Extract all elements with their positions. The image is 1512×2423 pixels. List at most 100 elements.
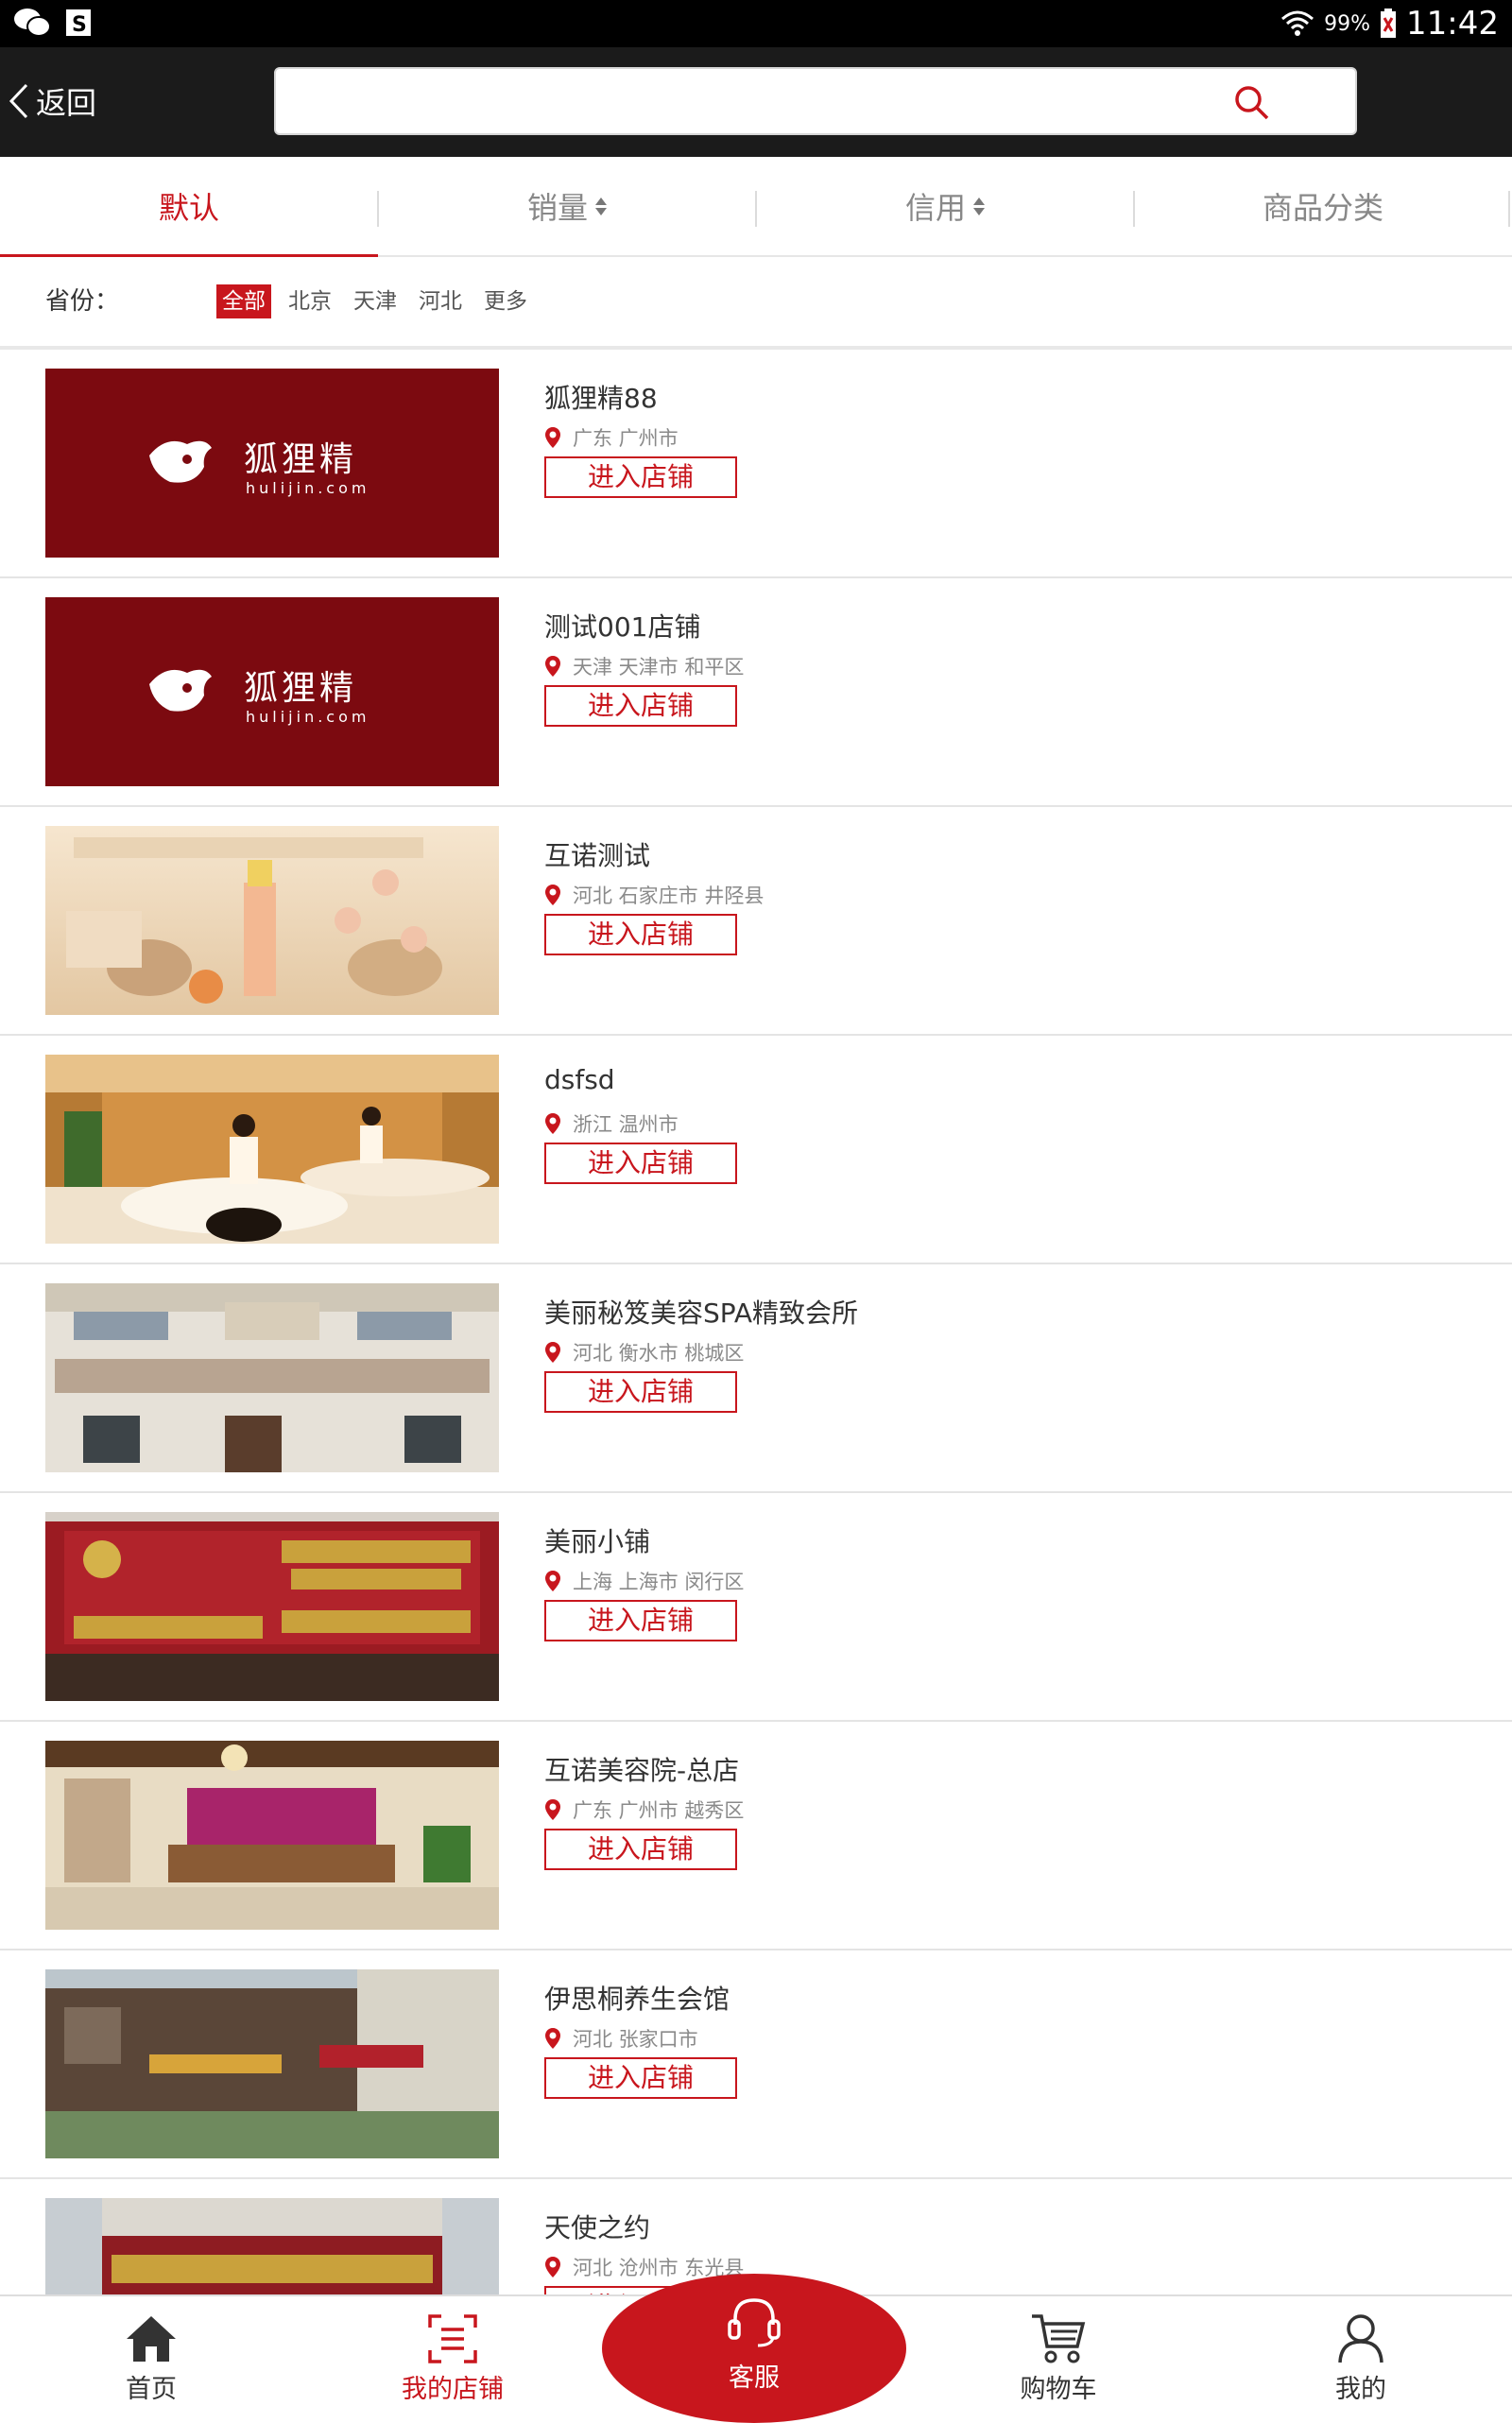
- store-location: 天津 天津市 和平区: [544, 652, 744, 680]
- app-s-icon: S: [66, 9, 91, 37]
- store-row[interactable]: dsfsd 浙江 温州市进入店铺: [0, 1036, 1512, 1264]
- divider: [1508, 191, 1510, 227]
- nav-customer-service[interactable]: 客服: [602, 2274, 906, 2423]
- store-location: 广东 广州市: [544, 423, 679, 452]
- province-filter: 省份： 全部 北京 天津 河北 更多: [0, 257, 1512, 350]
- tab-category-label: 商品分类: [1262, 190, 1383, 226]
- search-icon[interactable]: [1234, 85, 1270, 121]
- nav-home-label: 首页: [126, 2375, 177, 2404]
- wechat-icon: [14, 9, 51, 37]
- nav-my-store[interactable]: 我的店铺: [358, 2310, 547, 2405]
- store-thumbnail[interactable]: [45, 1512, 499, 1701]
- store-row[interactable]: 狐狸精 hulijin.com 狐狸精88 广东 广州市进入店铺: [0, 350, 1512, 578]
- store-row[interactable]: 美丽秘笈美容SPA精致会所河北 衡水市 桃城区进入店铺: [0, 1264, 1512, 1493]
- store-location-text: 河北 石家庄市 井陉县: [573, 885, 765, 907]
- enter-store-button[interactable]: 进入店铺: [544, 1600, 737, 1641]
- back-button[interactable]: 返回: [8, 77, 96, 125]
- nav-customer-service-label: 客服: [729, 2363, 780, 2393]
- store-location: 河北 石家庄市 井陉县: [544, 881, 764, 909]
- store-name[interactable]: 美丽秘笈美容SPA精致会所: [544, 1293, 858, 1331]
- store-name[interactable]: 伊思桐养生会馆: [544, 1979, 730, 2017]
- tab-sales[interactable]: 销量: [378, 157, 756, 255]
- store-thumbnail[interactable]: [45, 1055, 499, 1244]
- clock: 11:42: [1406, 5, 1499, 43]
- province-option-beijing[interactable]: 北京: [288, 284, 332, 318]
- nav-my-store-label: 我的店铺: [402, 2375, 504, 2404]
- nav-profile[interactable]: 我的: [1266, 2310, 1455, 2405]
- store-name[interactable]: 测试001店铺: [544, 607, 700, 644]
- enter-store-button[interactable]: 进入店铺: [544, 2057, 737, 2099]
- search-box[interactable]: [274, 67, 1357, 135]
- home-icon: [127, 2316, 176, 2362]
- store-location: 浙江 温州市: [544, 1109, 679, 1138]
- store-location: 河北 衡水市 桃城区: [544, 1338, 744, 1366]
- enter-store-button[interactable]: 进入店铺: [544, 456, 737, 498]
- location-pin-icon: [545, 1799, 560, 1820]
- store-thumbnail[interactable]: 狐狸精 hulijin.com: [45, 369, 499, 558]
- enter-store-button[interactable]: 进入店铺: [544, 1143, 737, 1184]
- logo-text: 狐狸精: [244, 669, 357, 708]
- store-location-text: 天津 天津市 和平区: [573, 656, 745, 679]
- back-label: 返回: [36, 85, 97, 121]
- store-thumbnail[interactable]: [45, 826, 499, 1015]
- battery-percent: 99%: [1324, 11, 1371, 36]
- logo-subtext: hulijin.com: [246, 708, 369, 726]
- enter-store-button[interactable]: 进入店铺: [544, 685, 737, 727]
- store-name[interactable]: dsfsd: [544, 1064, 615, 1095]
- tab-default[interactable]: 默认: [0, 157, 378, 257]
- province-option-tianjin[interactable]: 天津: [353, 284, 397, 318]
- enter-store-button[interactable]: 进入店铺: [544, 1829, 737, 1870]
- store-row[interactable]: 美丽小铺上海 上海市 闵行区进入店铺: [0, 1493, 1512, 1722]
- tab-credit[interactable]: 信用: [756, 157, 1134, 255]
- search-input[interactable]: [295, 82, 1244, 122]
- cart-icon: [1032, 2314, 1086, 2363]
- nav-cart[interactable]: 购物车: [964, 2310, 1153, 2405]
- store-row[interactable]: 狐狸精 hulijin.com 测试001店铺天津 天津市 和平区进入店铺: [0, 578, 1512, 807]
- status-bar: S 99% 11:42: [0, 0, 1512, 47]
- store-location-text: 广东 广州市: [573, 427, 679, 450]
- location-pin-icon: [545, 2028, 560, 2049]
- location-pin-icon: [545, 656, 560, 677]
- province-option-more[interactable]: 更多: [484, 284, 527, 318]
- store-location: 广东 广州市 越秀区: [544, 1796, 744, 1824]
- store-location: 上海 上海市 闵行区: [544, 1567, 744, 1595]
- svg-text:S: S: [72, 13, 87, 37]
- store-thumbnail[interactable]: 狐狸精 hulijin.com: [45, 597, 499, 786]
- tab-category[interactable]: 商品分类: [1134, 157, 1512, 255]
- tab-credit-label: 信用: [904, 190, 966, 226]
- province-option-hebei[interactable]: 河北: [419, 284, 462, 318]
- sort-arrows-icon: [595, 197, 607, 215]
- logo-subtext: hulijin.com: [246, 479, 369, 497]
- location-pin-icon: [545, 1571, 560, 1591]
- store-location-text: 广东 广州市 越秀区: [573, 1799, 745, 1822]
- province-option-all[interactable]: 全部: [216, 284, 271, 318]
- sort-arrows-icon: [973, 197, 985, 215]
- location-pin-icon: [545, 885, 560, 905]
- chevron-left-icon: [9, 83, 28, 119]
- store-location-text: 上海 上海市 闵行区: [573, 1571, 745, 1593]
- store-location-text: 河北 衡水市 桃城区: [573, 1342, 745, 1365]
- store-name[interactable]: 美丽小铺: [544, 1521, 650, 1559]
- store-row[interactable]: 伊思桐养生会馆 河北 张家口市 进入店铺: [0, 1950, 1512, 2179]
- store-row[interactable]: 互诺美容院-总店广东 广州市 越秀区进入店铺: [0, 1722, 1512, 1950]
- store-name[interactable]: 互诺测试: [544, 835, 650, 873]
- store-name[interactable]: 天使之约: [544, 2208, 650, 2245]
- user-icon: [1338, 2314, 1383, 2363]
- store-name[interactable]: 互诺美容院-总店: [544, 1750, 739, 1788]
- enter-store-button[interactable]: 进入店铺: [544, 1371, 737, 1413]
- nav-cart-label: 购物车: [1020, 2375, 1097, 2404]
- nav-profile-label: 我的: [1335, 2375, 1386, 2404]
- store-thumbnail[interactable]: [45, 1283, 499, 1472]
- store-location-text: 浙江 温州市: [573, 1113, 679, 1136]
- enter-store-button[interactable]: 进入店铺: [544, 914, 737, 955]
- location-pin-icon: [545, 427, 560, 448]
- battery-icon: [1381, 9, 1397, 38]
- province-label: 省份：: [45, 287, 120, 316]
- nav-home[interactable]: 首页: [57, 2310, 246, 2405]
- store-thumbnail[interactable]: [45, 1741, 499, 1930]
- store-thumbnail[interactable]: [45, 1969, 499, 2158]
- logo-text: 狐狸精: [244, 440, 357, 479]
- store-row[interactable]: 互诺测试河北 石家庄市 井陉县进入店铺: [0, 807, 1512, 1036]
- location-pin-icon: [545, 1113, 560, 1134]
- store-name[interactable]: 狐狸精88: [544, 378, 658, 416]
